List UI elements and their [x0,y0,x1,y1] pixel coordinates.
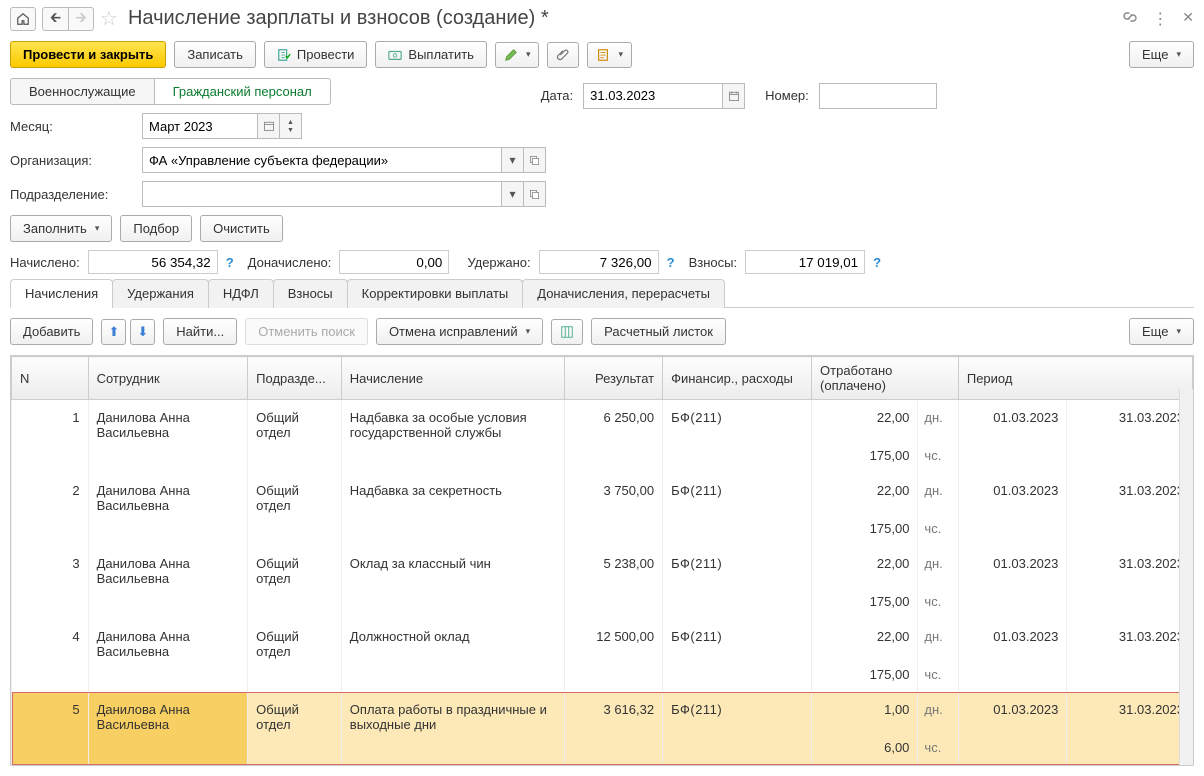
date-input[interactable] [583,83,723,109]
close-icon[interactable]: ✕ [1182,9,1194,29]
accrued-label: Начислено: [10,255,80,270]
move-down-button[interactable]: ⬇ [130,319,155,345]
withheld-label: Удержано: [467,255,530,270]
fill-button[interactable]: Заполнить▾ [10,215,112,242]
paperclip-icon [556,48,570,62]
number-input[interactable] [819,83,937,109]
accrued-help-icon[interactable]: ? [226,255,234,270]
clear-button[interactable]: Очистить [200,215,283,242]
tab-corrections[interactable]: Корректировки выплаты [347,279,524,308]
dept-input[interactable] [142,181,502,207]
tab-deductions[interactable]: Удержания [112,279,209,308]
contrib-help-icon[interactable]: ? [873,255,881,270]
extra-value [339,250,449,274]
dept-dropdown-icon[interactable]: ▾ [502,181,524,207]
arrow-down-icon: ⬇ [137,324,148,340]
number-label: Номер: [765,88,809,103]
tab-contrib[interactable]: Взносы [273,279,348,308]
main-toolbar: Провести и закрыть Записать Провести Вып… [10,37,1194,78]
cancel-search-button: Отменить поиск [245,318,368,345]
contrib-label: Взносы: [689,255,738,270]
arrow-up-icon: ⬆ [108,324,119,340]
table-row[interactable]: 175,00чс. [12,517,1193,546]
vertical-scrollbar[interactable] [1179,389,1193,765]
back-button[interactable]: 🡰 [42,7,68,31]
forward-button[interactable]: 🡲 [68,7,94,31]
dept-open-icon[interactable] [524,181,546,207]
move-up-button[interactable]: ⬆ [101,319,126,345]
withheld-value [539,250,659,274]
personnel-type-tabs: Военнослужащие Гражданский персонал [10,78,331,105]
titlebar: 🡰 🡲 ☆ Начисление зарплаты и взносов (соз… [10,6,1194,37]
post-and-close-button[interactable]: Провести и закрыть [10,41,166,68]
month-calendar-icon[interactable] [258,113,280,139]
date-label: Дата: [541,88,573,103]
col-dept[interactable]: Подразде... [248,357,342,400]
print-button[interactable]: ▾ [587,42,632,68]
pay-button[interactable]: Выплатить [375,41,487,68]
edit-button[interactable]: ▾ [495,42,540,68]
cancel-fix-button[interactable]: Отмена исправлений▾ [376,318,543,345]
attach-button[interactable] [547,42,579,68]
grid-header: N Сотрудник Подразде... Начисление Резул… [12,357,1193,400]
totals-row: Начислено: ? Доначислено: Удержано: ? Вз… [10,250,1194,274]
tab-military[interactable]: Военнослужащие [10,78,155,105]
month-label: Месяц: [10,119,134,134]
detail-tabs: Начисления Удержания НДФЛ Взносы Коррект… [10,278,1194,308]
table-row[interactable]: 175,00чс. [12,444,1193,473]
col-employee[interactable]: Сотрудник [88,357,248,400]
pick-button[interactable]: Подбор [120,215,192,242]
report-icon [596,48,610,62]
grid-more-button[interactable]: Еще▾ [1129,318,1194,345]
table-row[interactable]: 3Данилова Анна ВасильевнаОбщий отделОкла… [12,546,1193,590]
payslip-button[interactable]: Расчетный листок [591,318,726,345]
dept-label: Подразделение: [10,187,134,202]
col-accrual[interactable]: Начисление [341,357,564,400]
add-row-button[interactable]: Добавить [10,318,93,345]
link-icon[interactable] [1122,9,1138,29]
org-open-icon[interactable] [524,147,546,173]
contrib-value [745,250,865,274]
tab-accruals[interactable]: Начисления [10,279,113,308]
pencil-icon [504,48,518,62]
month-spinner[interactable]: ▲▼ [280,113,302,139]
table-row[interactable]: 4Данилова Анна ВасильевнаОбщий отделДолж… [12,619,1193,663]
save-button[interactable]: Записать [174,41,256,68]
tab-ndfl[interactable]: НДФЛ [208,279,274,308]
post-icon [277,48,291,62]
extra-label: Доначислено: [248,255,332,270]
more-button[interactable]: Еще▾ [1129,41,1194,68]
col-finance[interactable]: Финансир., расходы [663,357,812,400]
accruals-grid: N Сотрудник Подразде... Начисление Резул… [10,355,1194,766]
page-title: Начисление зарплаты и взносов (создание)… [128,7,549,30]
col-n[interactable]: N [12,357,89,400]
table-row[interactable]: 175,00чс. [12,663,1193,692]
columns-icon [560,325,574,339]
table-row[interactable]: 6,00чс. [12,736,1193,765]
withheld-help-icon[interactable]: ? [667,255,675,270]
grid-settings-button[interactable] [551,319,583,345]
tab-recalcs[interactable]: Доначисления, перерасчеты [522,279,725,308]
org-label: Организация: [10,153,134,168]
org-dropdown-icon[interactable]: ▾ [502,147,524,173]
table-row[interactable]: 1Данилова Анна ВасильевнаОбщий отделНадб… [12,400,1193,445]
post-button[interactable]: Провести [264,41,368,68]
find-button[interactable]: Найти... [163,318,237,345]
grid-toolbar: Добавить ⬆ ⬇ Найти... Отменить поиск Отм… [10,308,1194,355]
tab-civil[interactable]: Гражданский персонал [155,78,331,105]
col-period[interactable]: Период [958,357,1192,400]
favorite-icon[interactable]: ☆ [100,6,118,31]
month-input[interactable] [142,113,258,139]
kebab-icon[interactable]: ⋮ [1152,9,1168,29]
col-result[interactable]: Результат [565,357,663,400]
calendar-icon[interactable] [723,83,745,109]
table-row[interactable]: 175,00чс. [12,590,1193,619]
table-row[interactable]: 2Данилова Анна ВасильевнаОбщий отделНадб… [12,473,1193,517]
accrued-value [88,250,218,274]
col-worked[interactable]: Отработано (оплачено) [812,357,959,400]
table-row[interactable]: 5Данилова Анна ВасильевнаОбщий отделОпла… [12,692,1193,736]
pay-icon [388,48,402,62]
home-button[interactable] [10,7,36,31]
org-input[interactable] [142,147,502,173]
